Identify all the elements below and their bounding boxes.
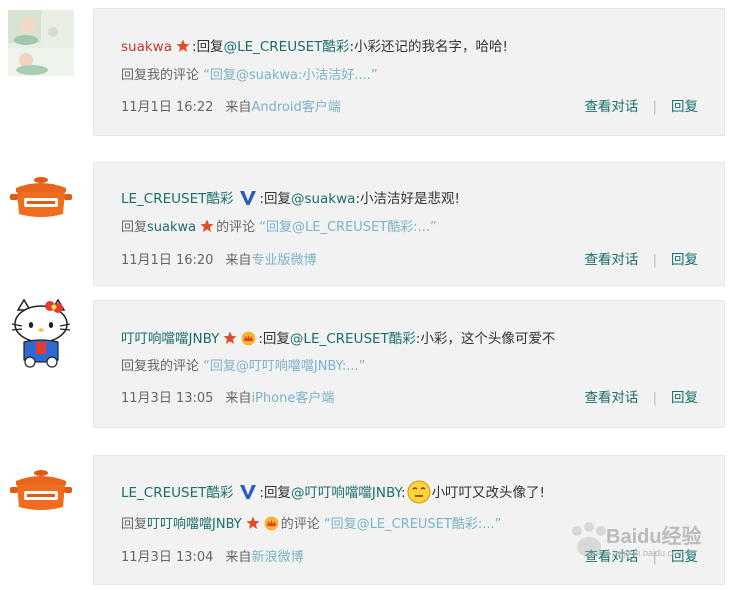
pot-logo-icon bbox=[10, 470, 72, 510]
source-link[interactable]: 新浪微博 bbox=[251, 550, 303, 565]
reply-context-suffix: 的评论 bbox=[216, 220, 256, 235]
reply-context: 回复我的评论 bbox=[121, 359, 200, 374]
comment-box: LE_CREUSET酷彩:回复@suakwa:小洁洁好是悲观! 回复suakwa… bbox=[93, 162, 725, 286]
reply-prefix: 回复 bbox=[263, 485, 291, 501]
reply-link[interactable]: 回复 bbox=[671, 390, 698, 406]
comment-text: :小彩，这个头像可爱不 bbox=[415, 331, 556, 347]
reply-link[interactable]: 回复 bbox=[671, 99, 698, 115]
source-prefix: 来自 bbox=[225, 550, 252, 565]
view-conversation-link[interactable]: 查看对话 bbox=[584, 99, 638, 115]
source-link[interactable]: iPhone客户端 bbox=[251, 391, 334, 406]
quoted-comment-link[interactable]: “回复@LE_CREUSET酷彩:...” bbox=[324, 517, 501, 532]
mention-link[interactable]: @LE_CREUSET酷彩 bbox=[290, 331, 416, 347]
reply-context: 回复 bbox=[121, 517, 148, 532]
mention-link[interactable]: @叮叮响噹噹JNBY bbox=[291, 485, 401, 501]
verified-v-icon bbox=[240, 191, 257, 205]
reply-prefix: 回复 bbox=[263, 191, 291, 207]
reply-prefix: 回复 bbox=[262, 331, 290, 347]
mention-link[interactable]: @LE_CREUSET酷彩 bbox=[224, 39, 350, 55]
username-link[interactable]: LE_CREUSET酷彩 bbox=[121, 485, 233, 501]
reply-user-link[interactable]: 叮叮响噹噹JNBY bbox=[147, 517, 242, 532]
star-badge-icon bbox=[223, 331, 237, 344]
star-badge-icon bbox=[176, 39, 190, 52]
comment-text: :小彩还记的我名字，哈哈! bbox=[349, 39, 508, 55]
verified-v-icon bbox=[240, 485, 257, 499]
timestamp[interactable]: 11月1日 16:20 bbox=[121, 253, 213, 268]
username-link[interactable]: LE_CREUSET酷彩 bbox=[121, 191, 233, 207]
star-badge-icon bbox=[246, 516, 260, 529]
hello-kitty-avatar bbox=[11, 298, 71, 368]
avatar[interactable] bbox=[8, 164, 74, 230]
comment-text: 小叮叮又改头像了! bbox=[431, 485, 545, 501]
text-separator: : bbox=[401, 485, 406, 501]
view-conversation-link[interactable]: 查看对话 bbox=[584, 252, 638, 268]
reply-context: 回复 bbox=[121, 220, 148, 235]
watermark-text: Baidu经验 bbox=[606, 526, 702, 548]
crown-icon bbox=[264, 516, 279, 531]
separator: | bbox=[652, 390, 657, 406]
quoted-comment-link[interactable]: “回复@LE_CREUSET酷彩:...” bbox=[259, 220, 436, 235]
view-conversation-link[interactable]: 查看对话 bbox=[584, 390, 638, 406]
pot-logo-icon bbox=[10, 177, 72, 217]
quoted-comment-link[interactable]: “回复@叮叮响噹噹JNBY:...” bbox=[203, 359, 365, 374]
timestamp[interactable]: 11月3日 13:04 bbox=[121, 550, 213, 565]
separator: | bbox=[652, 99, 657, 115]
reply-link[interactable]: 回复 bbox=[671, 252, 698, 268]
comment-item: suakwa:回复@LE_CREUSET酷彩:小彩还记的我名字，哈哈! 回复我的… bbox=[0, 0, 729, 150]
star-badge-icon bbox=[200, 219, 214, 232]
username-link[interactable]: suakwa bbox=[121, 39, 172, 55]
source-prefix: 来自 bbox=[225, 253, 252, 268]
reply-context: 回复我的评论 bbox=[121, 68, 200, 83]
source-prefix: 来自 bbox=[225, 391, 252, 406]
emoji-face-icon bbox=[407, 480, 431, 504]
timestamp[interactable]: 11月1日 16:22 bbox=[121, 100, 213, 115]
mention-link[interactable]: @suakwa bbox=[291, 191, 356, 207]
source-prefix: 来自 bbox=[225, 100, 252, 115]
quoted-comment-link[interactable]: “回复@suakwa:小洁洁好....” bbox=[203, 68, 378, 83]
avatar[interactable] bbox=[8, 10, 74, 76]
reply-user-link[interactable]: suakwa bbox=[147, 220, 196, 235]
watermark-subtext: jingyan.baidu.com bbox=[612, 548, 685, 558]
source-link[interactable]: Android客户端 bbox=[251, 100, 340, 115]
comment-box: 叮叮响噹噹JNBY:回复@LE_CREUSET酷彩:小彩，这个头像可爱不 回复我… bbox=[93, 300, 725, 428]
timestamp[interactable]: 11月3日 13:05 bbox=[121, 391, 213, 406]
crown-icon bbox=[241, 331, 256, 346]
comment-text: :小洁洁好是悲观! bbox=[355, 191, 460, 207]
photo-avatar-icon bbox=[8, 10, 74, 76]
separator: | bbox=[652, 252, 657, 268]
reply-prefix: 回复 bbox=[196, 39, 224, 55]
avatar[interactable] bbox=[8, 298, 74, 370]
reply-context-suffix: 的评论 bbox=[280, 517, 320, 532]
comment-box: suakwa:回复@LE_CREUSET酷彩:小彩还记的我名字，哈哈! 回复我的… bbox=[93, 8, 725, 136]
username-link[interactable]: 叮叮响噹噹JNBY bbox=[121, 331, 219, 347]
source-link[interactable]: 专业版微博 bbox=[251, 253, 316, 268]
avatar[interactable] bbox=[8, 457, 74, 523]
